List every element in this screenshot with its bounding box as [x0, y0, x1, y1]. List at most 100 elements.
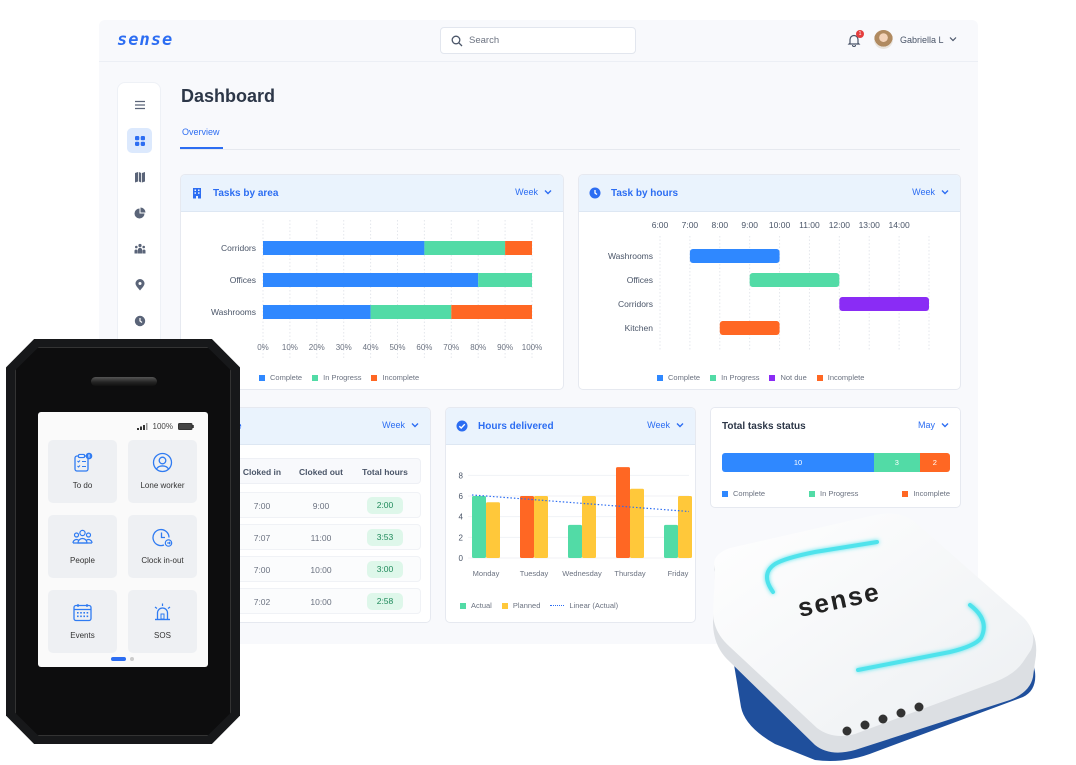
tile-sos[interactable]: SOS	[128, 590, 197, 653]
search-box[interactable]	[440, 27, 636, 54]
clipboard-icon: 8	[74, 452, 93, 472]
clock-arrow-icon	[152, 529, 173, 547]
sidebar-item-dashboard[interactable]	[127, 128, 152, 153]
avatar[interactable]	[874, 30, 893, 49]
todo-badge: 8	[88, 454, 91, 459]
y-tick-label: 6	[459, 492, 464, 501]
bar-actual	[472, 496, 486, 558]
x-tick-label: 80%	[470, 343, 486, 352]
period-dropdown[interactable]: Week	[515, 187, 552, 197]
task-by-hours-card: Task by hours Week 6:00 7:00 8:00 9:00 10:00…	[578, 174, 961, 390]
x-tick-label: Monday	[473, 569, 500, 578]
chart-legend: Complete In Progress Not due Incomplete	[657, 373, 864, 382]
chart-legend: Actual Planned Linear (Actual)	[460, 601, 618, 610]
page-title: Dashboard	[181, 86, 276, 106]
gantt-bar	[719, 321, 780, 335]
period-label: Week	[647, 420, 670, 430]
tasks-by-area-chart: 0% 10% 20% 30% 40% 50% 60% 70% 80% 90% 100% Corrido…	[211, 220, 542, 359]
sensor-port	[860, 720, 870, 730]
x-tick-label: 0%	[257, 343, 269, 352]
period-dropdown[interactable]: Week	[912, 187, 949, 197]
page-dot-active	[111, 657, 126, 661]
y-tick-label: 0	[459, 554, 464, 563]
x-tick-label: 70%	[443, 343, 459, 352]
clocked-in: 7:07	[253, 533, 271, 543]
x-tick-label: 20%	[309, 343, 325, 352]
task-label: Kitchen	[625, 323, 654, 333]
bar-planned	[534, 496, 548, 558]
clocked-out: 11:00	[310, 533, 332, 543]
period-dropdown[interactable]: Week	[647, 420, 684, 430]
trend-line	[471, 494, 690, 513]
column-header: Total hours	[362, 467, 408, 477]
tab-bar: Overview	[180, 125, 960, 150]
bar-actual	[568, 524, 582, 558]
sidebar-item-map[interactable]	[127, 164, 152, 189]
x-tick-label: 100%	[522, 343, 542, 352]
search-input[interactable]	[469, 35, 619, 46]
bar-planned	[678, 496, 692, 558]
clocked-out: 10:00	[310, 597, 332, 607]
y-tick-label: 4	[459, 513, 464, 522]
brand-logo[interactable]: sense	[117, 30, 173, 50]
tile-to-do[interactable]: 8 To do	[48, 440, 117, 503]
sensor-port	[914, 702, 924, 712]
x-tick-label: 9:00	[741, 220, 758, 230]
card-title: Hours delivered	[478, 421, 554, 432]
clock-icon	[134, 315, 145, 326]
task-label: Corridors	[618, 299, 653, 309]
battery-icon	[178, 423, 194, 430]
tab-overview[interactable]: Overview	[180, 125, 223, 149]
sidebar-item-locations[interactable]	[127, 272, 152, 297]
card-title: Total tasks status	[722, 421, 806, 432]
sidebar	[117, 82, 161, 382]
notification-badge: 1	[856, 30, 864, 38]
tile-lone-worker[interactable]: Lone worker	[128, 440, 197, 503]
sidebar-item-time[interactable]	[127, 308, 152, 333]
bar-segment-incomplete	[505, 241, 532, 255]
legend-complete: Complete	[259, 373, 302, 382]
x-tick-label: 60%	[416, 343, 432, 352]
bar-segment-incomplete	[451, 305, 532, 319]
period-dropdown[interactable]: Week	[382, 420, 419, 430]
category-label: Offices	[230, 275, 256, 285]
people-icon	[72, 529, 93, 544]
clock-icon	[589, 187, 601, 199]
page-indicator	[111, 657, 134, 661]
x-tick-label: Friday	[668, 569, 689, 578]
clocked-out: 10:00	[310, 565, 332, 575]
legend-complete: Complete	[657, 373, 700, 382]
siren-icon	[154, 603, 171, 621]
legend-in-progress: In Progress	[312, 373, 361, 382]
period-label: Week	[912, 187, 935, 197]
legend-in-progress: In Progress	[809, 489, 858, 498]
top-bar: sense 1 Gabriella L	[99, 20, 978, 62]
sidebar-item-reports[interactable]	[127, 200, 152, 225]
sidebar-item-menu[interactable]	[127, 92, 152, 117]
bar-planned	[630, 488, 644, 558]
bar-actual	[616, 467, 630, 558]
bar-segment-in-progress	[424, 241, 506, 255]
tile-events[interactable]: Events	[48, 590, 117, 653]
calendar-icon	[73, 604, 92, 622]
x-tick-label: 11:00	[799, 220, 820, 230]
chevron-down-icon[interactable]	[949, 35, 957, 43]
gantt-bar	[689, 249, 780, 263]
grid-icon	[134, 135, 145, 146]
bar-segment-in-progress	[478, 273, 532, 287]
people-icon	[134, 243, 145, 253]
month-dropdown[interactable]: May	[918, 420, 949, 430]
user-circle-icon	[152, 452, 173, 473]
category-label: Washrooms	[211, 307, 256, 317]
user-name[interactable]: Gabriella L	[900, 35, 944, 45]
tile-people[interactable]: People	[48, 515, 117, 578]
bar-actual	[664, 524, 678, 558]
bar-actual	[520, 496, 534, 558]
task-label: Offices	[627, 275, 653, 285]
chevron-down-icon	[544, 190, 552, 195]
card-title: Task by hours	[611, 188, 679, 199]
bar-planned	[582, 496, 596, 558]
tile-label: Clock in-out	[141, 556, 184, 565]
tile-clock-in-out[interactable]: Clock in-out	[128, 515, 197, 578]
sidebar-item-team[interactable]	[127, 236, 152, 261]
